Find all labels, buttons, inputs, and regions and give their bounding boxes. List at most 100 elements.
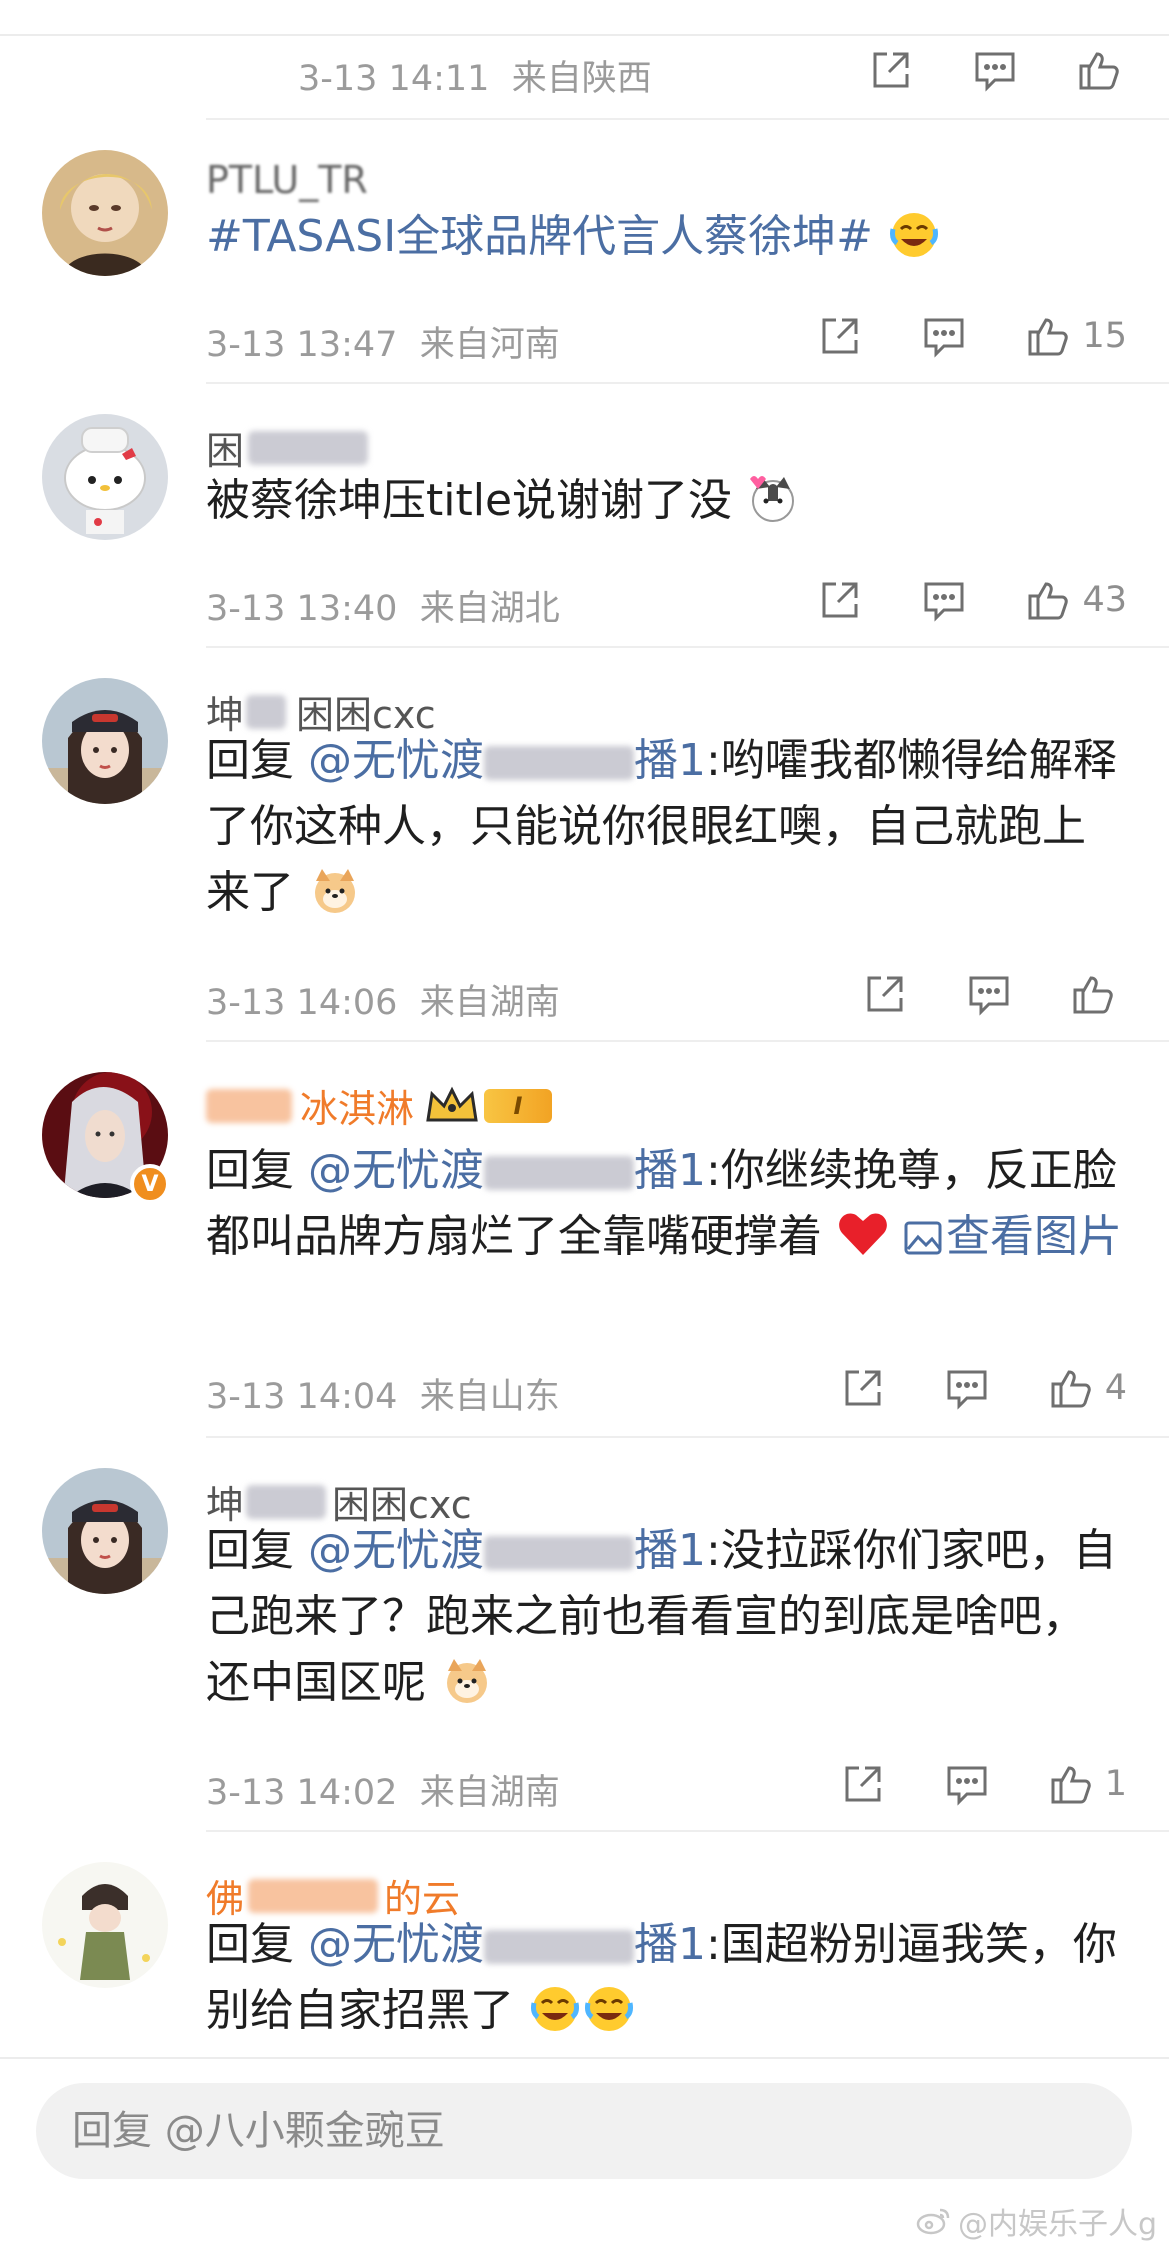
mention-tail: 播1: [634, 735, 706, 786]
level-badge: I: [484, 1088, 553, 1123]
avatar[interactable]: [42, 1468, 168, 1594]
comment-text: #TASASI全球品牌代言人蔡徐坤#: [206, 204, 1126, 270]
comment-icon[interactable]: [916, 308, 972, 364]
crying-laugh-emoji: [528, 1981, 582, 2035]
share-icon[interactable]: [835, 1756, 891, 1812]
comment-location: 来自湖南: [419, 1773, 560, 1813]
comment-divider: [206, 118, 1169, 120]
reply-input[interactable]: [36, 2083, 1132, 2179]
username-redacted: [248, 1878, 379, 1913]
comment-timestamp: 3-13 14:04: [206, 1377, 398, 1417]
share-icon[interactable]: [812, 572, 868, 628]
comment-location: 来自湖南: [419, 983, 560, 1023]
like-button[interactable]: [1065, 966, 1127, 1022]
mention-tail: 播1: [634, 1919, 706, 1970]
comment-icon[interactable]: [916, 572, 972, 628]
crown-icon: [424, 1084, 480, 1128]
comment-actions: [809, 966, 1127, 1022]
like-button[interactable]: 1: [1043, 1756, 1127, 1812]
share-icon[interactable]: [863, 42, 919, 98]
comment-meta: 3-13 14:02 来自湖南: [206, 1764, 560, 1815]
reply-prefix: 回复: [206, 1919, 294, 1970]
mention-link[interactable]: @无忧渡 播1: [308, 1145, 706, 1196]
reply-bar: @内娱乐子人g: [0, 2057, 1169, 2253]
comment-divider: [206, 646, 1169, 648]
like-count: 1: [1104, 1764, 1127, 1804]
comment-actions: [815, 42, 1127, 98]
share-icon[interactable]: [857, 966, 913, 1022]
like-button[interactable]: 15: [1020, 308, 1127, 364]
verified-badge-letter: V: [141, 1171, 159, 1197]
like-button[interactable]: 43: [1020, 572, 1127, 628]
comment-text: 回复 @无忧渡 播1:国超粉别逼我笑，你别给自家招黑了: [206, 1912, 1126, 2044]
username[interactable]: PTLU_TR: [206, 158, 368, 202]
comment-divider: [206, 1830, 1169, 1832]
mention-text: @无忧渡: [308, 1919, 484, 1970]
verified-badge: V: [130, 1164, 170, 1204]
comment-text: 回复 @无忧渡 播1:没拉踩你们家吧，自己跑来了？跑来之前也看看宣的到底是啥吧，还…: [206, 1518, 1126, 1716]
mention-text: @无忧渡: [308, 735, 484, 786]
avatar[interactable]: [42, 150, 168, 276]
thumbs-up-icon[interactable]: [1065, 966, 1121, 1022]
username-redacted: [206, 1088, 292, 1123]
crying-laugh-emoji: [887, 207, 941, 261]
comment-location: 来自山东: [419, 1377, 560, 1417]
thumbs-up-icon[interactable]: [1043, 1756, 1099, 1812]
comment-meta: 3-13 14:04 来自山东: [206, 1368, 560, 1419]
username[interactable]: 困: [206, 420, 369, 475]
comment-actions: 43: [764, 572, 1127, 628]
comment-timestamp: 3-13 13:40: [206, 589, 398, 629]
like-count: 15: [1082, 316, 1127, 356]
comment-location: 来自河南: [419, 325, 560, 365]
reply-prefix: 回复: [206, 1525, 294, 1576]
like-count: 43: [1082, 580, 1127, 620]
thumbs-up-icon[interactable]: [1043, 1360, 1099, 1416]
mention-link[interactable]: @无忧渡 播1: [308, 1919, 706, 1970]
thumbs-up-icon[interactable]: [1071, 42, 1127, 98]
dog-emoji: [440, 1653, 494, 1707]
mention-link[interactable]: @无忧渡 播1: [308, 735, 706, 786]
share-icon[interactable]: [812, 308, 868, 364]
comment-text: 回复 @无忧渡 播1:你继续挽尊，反正脸都叫品牌方扇烂了全靠嘴硬撑着 查看图片: [206, 1138, 1126, 1270]
like-button[interactable]: [1071, 42, 1127, 98]
comment-meta: 3-13 14:06 来自湖南: [206, 974, 560, 1025]
username-text: 困: [206, 429, 245, 473]
comment-icon[interactable]: [967, 42, 1023, 98]
watermark-text: @内娱乐子人g: [957, 2207, 1157, 2242]
comment-location: 来自陕西: [511, 59, 652, 99]
mention-tail: 播1: [634, 1525, 706, 1576]
mention-text: @无忧渡: [308, 1525, 484, 1576]
avatar[interactable]: [42, 414, 168, 540]
comment-icon[interactable]: [939, 1756, 995, 1812]
comment-icon[interactable]: [939, 1360, 995, 1416]
thumbs-up-icon[interactable]: [1020, 308, 1076, 364]
watermark: @内娱乐子人g: [916, 2199, 1157, 2243]
avatar[interactable]: [42, 1862, 168, 1988]
top-divider: [0, 34, 1169, 36]
comment-meta: 3-13 14:11 来自陕西: [298, 50, 652, 101]
mention-redacted: [484, 1156, 634, 1190]
dog-emoji: [308, 863, 362, 917]
share-icon[interactable]: [835, 1360, 891, 1416]
mention-redacted: [484, 1536, 634, 1570]
view-image-link[interactable]: 查看图片: [904, 1211, 1122, 1262]
mention-redacted: [484, 746, 634, 780]
comment-meta: 3-13 13:47 来自河南: [206, 316, 560, 367]
comment-actions: 4: [787, 1360, 1127, 1416]
username[interactable]: 冰淇淋 I: [206, 1078, 553, 1133]
crying-laugh-emoji: [582, 1981, 636, 2035]
username-text: PTLU_TR: [206, 158, 368, 202]
mention-redacted: [484, 1930, 634, 1964]
topic-link[interactable]: #TASASI全球品牌代言人蔡徐坤#: [206, 211, 873, 262]
comment-text-content: 被蔡徐坤压title说谢谢了没: [206, 475, 733, 526]
comment-icon[interactable]: [961, 966, 1017, 1022]
reply-prefix: 回复: [206, 735, 294, 786]
like-button[interactable]: 4: [1043, 1360, 1127, 1416]
thumbs-up-icon[interactable]: [1020, 572, 1076, 628]
comment-timestamp: 3-13 14:06: [206, 983, 398, 1023]
comment-meta: 3-13 13:40 来自湖北: [206, 580, 560, 631]
comment-location: 来自湖北: [419, 589, 560, 629]
mention-link[interactable]: @无忧渡 播1: [308, 1525, 706, 1576]
avatar[interactable]: [42, 678, 168, 804]
username-redacted: [246, 694, 287, 729]
